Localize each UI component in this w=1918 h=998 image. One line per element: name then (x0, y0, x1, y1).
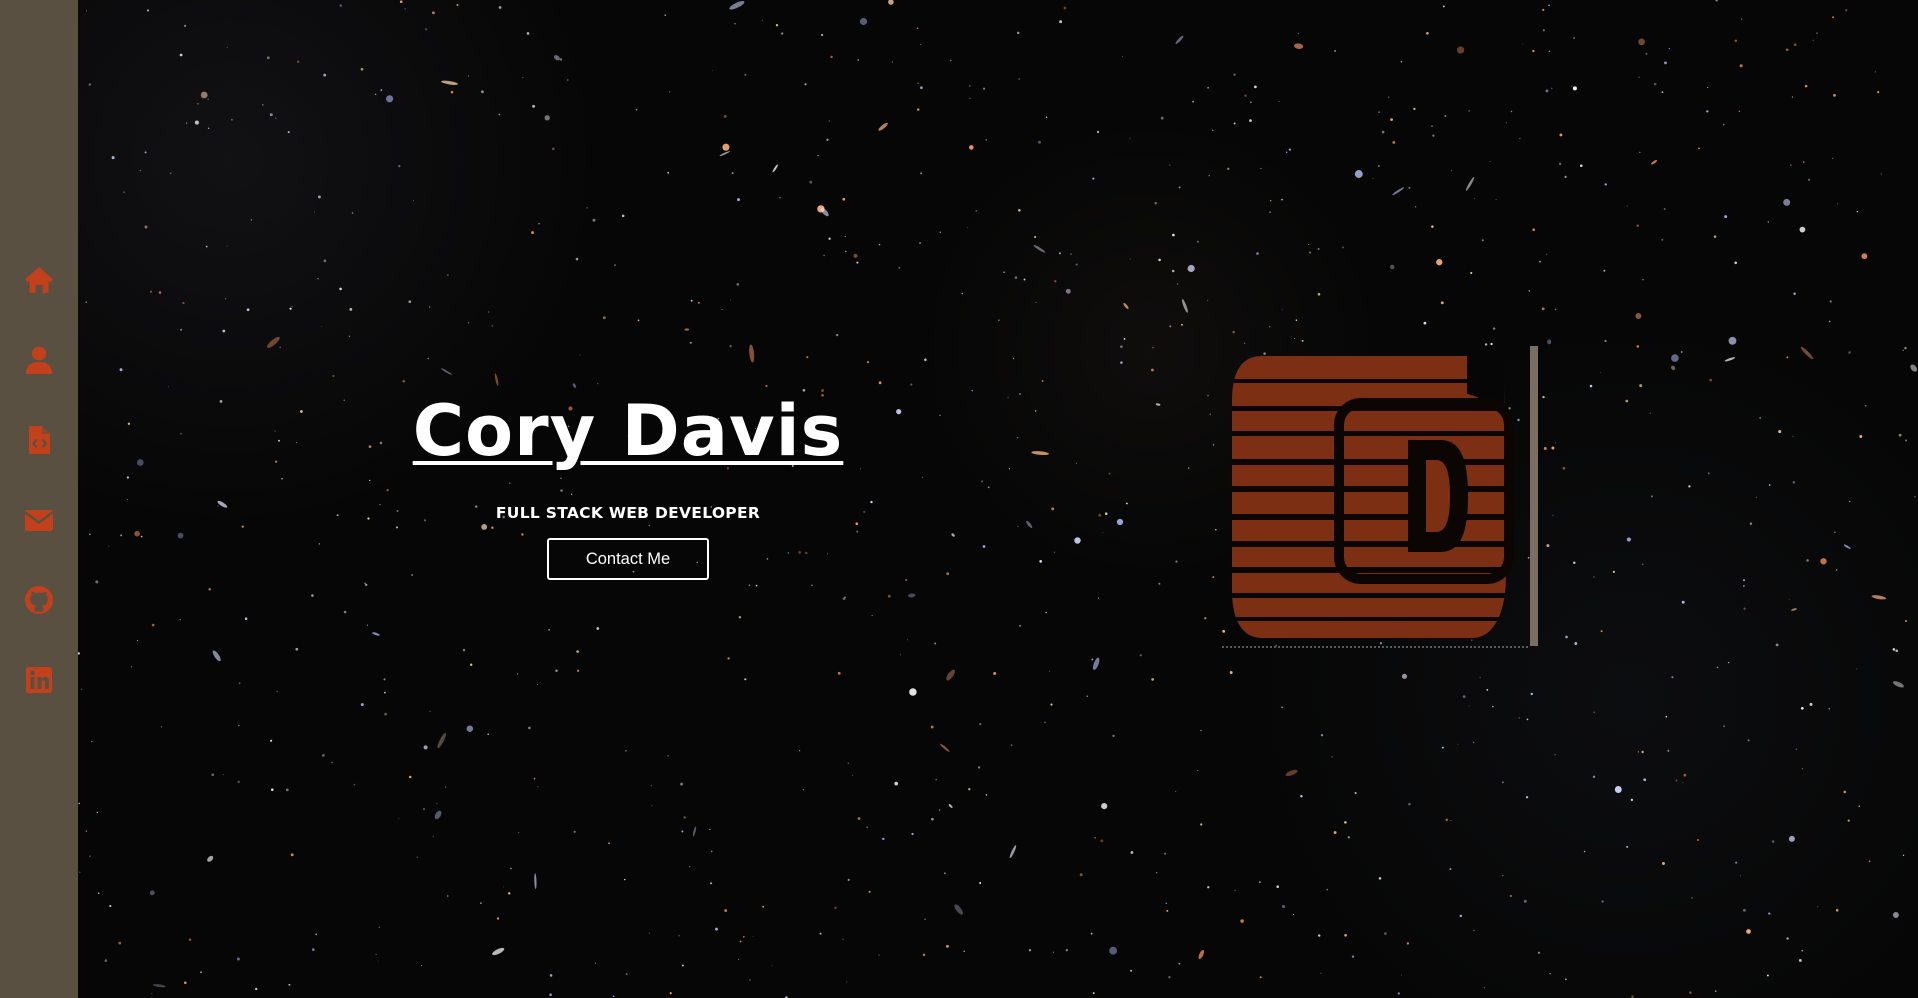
nav-github[interactable] (22, 582, 56, 618)
user-icon (26, 346, 52, 374)
hero-name: Cory Davis (412, 390, 844, 472)
sidebar-nav (0, 262, 78, 698)
starfield-background (0, 0, 1918, 998)
envelope-icon (24, 510, 54, 531)
page: Cory Davis FULL STACK WEB DEVELOPER Cont… (0, 0, 1918, 998)
nav-linkedin[interactable] (22, 662, 56, 698)
nav-portfolio[interactable] (22, 422, 56, 458)
sidebar (0, 0, 78, 998)
home-icon (25, 267, 53, 293)
nav-home[interactable] (22, 262, 56, 298)
linkedin-icon (26, 667, 52, 693)
contact-me-button[interactable]: Contact Me (547, 538, 709, 580)
cd-logo-icon (1222, 346, 1538, 648)
hero-subtitle: FULL STACK WEB DEVELOPER (495, 504, 761, 522)
file-code-icon (29, 426, 50, 454)
nav-contact[interactable] (22, 502, 56, 538)
cd-logo (1222, 346, 1542, 650)
nav-about[interactable] (22, 342, 56, 378)
github-icon (25, 586, 53, 614)
hero: Cory Davis FULL STACK WEB DEVELOPER Cont… (380, 390, 876, 580)
